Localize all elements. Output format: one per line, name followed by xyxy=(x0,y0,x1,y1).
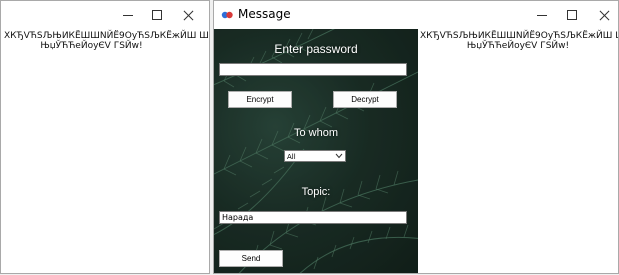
app-icon xyxy=(221,11,233,19)
to-whom-label: To whom xyxy=(293,127,339,139)
garbled-line-1: ХКЂVЋSЉЊИКЁШШNЙЁ9ОуЋSЉКЁжЙШ Ш xyxy=(4,31,209,41)
maximize-icon xyxy=(567,10,577,20)
maximize-icon xyxy=(152,10,162,20)
garbled-line-2: ЊџЎЋЋеЙоуЄV ГSЙw! xyxy=(466,41,570,51)
close-button[interactable] xyxy=(173,1,203,29)
maximize-button[interactable] xyxy=(557,1,587,29)
garbled-text-area: ХКЂVЋSЉЊИКЁШШNЙЁ9ОуЋSЉКЁжЙШ Ш ЊџЎЋЋеЙоуЄ… xyxy=(4,31,209,51)
left-title-bar[interactable] xyxy=(1,1,209,29)
to-whom-select[interactable]: All xyxy=(284,150,346,162)
garbled-line-1: ХКЂVЋSЉЊИКЁШШNЙЁ9ОуЋSЉКЁжЙШ Ш xyxy=(420,31,619,41)
message-title-bar[interactable]: Message xyxy=(214,1,618,29)
form-panel: Enter password Encrypt Decrypt To whom A… xyxy=(214,29,418,273)
garbled-line-2: ЊџЎЋЋеЙоуЄV ГSЙw! xyxy=(40,41,143,51)
encrypt-button[interactable]: Encrypt xyxy=(228,91,292,108)
left-window: ХКЂVЋSЉЊИКЁШШNЙЁ9ОуЋSЉКЁжЙШ Ш ЊџЎЋЋеЙоуЄ… xyxy=(0,0,210,274)
message-window: Message Enter password Encrypt Decrypt T… xyxy=(213,0,619,274)
chevron-down-icon xyxy=(335,153,343,159)
message-text-area: ХКЂVЋSЉЊИКЁШШNЙЁ9ОуЋSЉКЁжЙШ Ш ЊџЎЋЋеЙоуЄ… xyxy=(420,31,619,51)
maximize-button[interactable] xyxy=(142,1,172,29)
close-button[interactable] xyxy=(589,1,618,29)
window-title: Message xyxy=(238,7,291,21)
minimize-button[interactable] xyxy=(113,1,143,29)
minimize-icon xyxy=(537,14,547,16)
password-input[interactable] xyxy=(219,63,407,76)
close-icon xyxy=(599,10,610,21)
to-whom-selected-value: All xyxy=(287,153,296,161)
minimize-icon xyxy=(123,14,133,16)
password-label: Enter password xyxy=(274,42,358,56)
topic-input[interactable]: Нарада xyxy=(219,211,407,224)
topic-label: Topic: xyxy=(301,186,331,198)
minimize-button[interactable] xyxy=(527,1,557,29)
close-icon xyxy=(183,10,194,21)
send-button[interactable]: Send xyxy=(219,250,283,267)
decrypt-button[interactable]: Decrypt xyxy=(333,91,397,108)
